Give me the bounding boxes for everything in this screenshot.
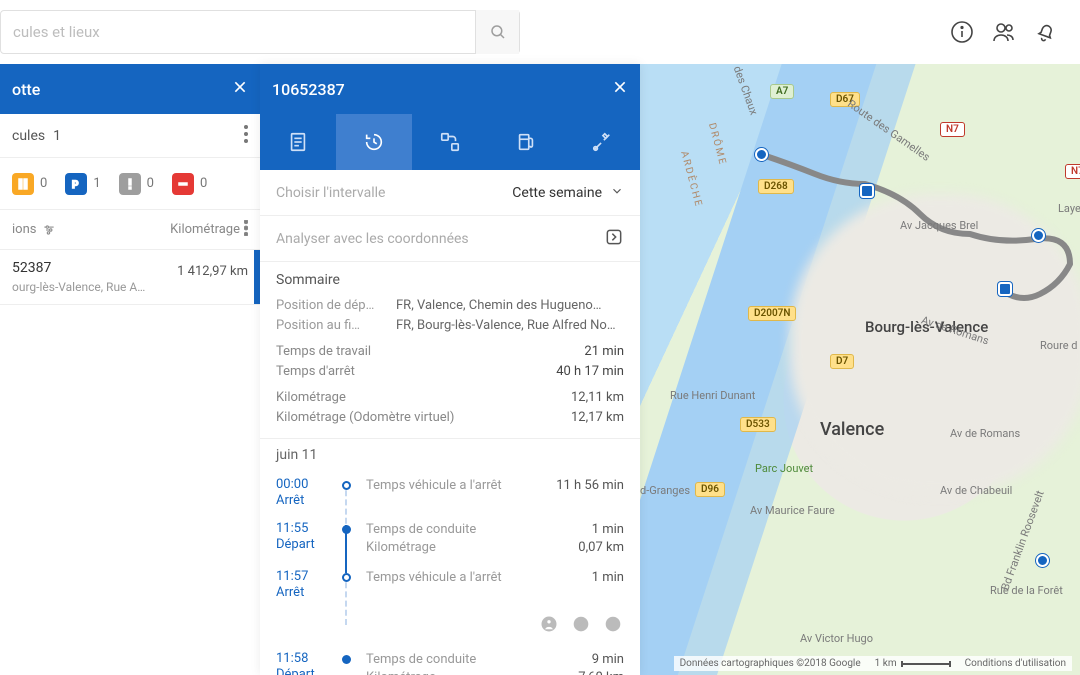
search-button[interactable] [475,10,519,54]
road-shield: A7 [770,84,794,99]
vehicle-list-item[interactable]: 52387 ourg-lès-Valence, Rue A… 1 412,97 … [0,250,260,305]
fleet-list-headers: ions Kilométrage [0,210,260,250]
kebab-icon [244,125,248,143]
fleet-panel-header: otte [0,64,260,114]
map-scale: 1 km [875,658,951,669]
road-shield: D2007N [748,306,796,321]
action-user[interactable] [538,613,560,635]
search-icon [489,23,507,41]
city-label-main: Valence [820,419,884,440]
interval-value: Cette semaine [512,185,602,201]
detail-tabs [260,114,640,170]
map-terms-link[interactable]: Conditions d'utilisation [965,658,1066,669]
day-header: juin 11 [260,439,640,471]
notifications-button[interactable] [1032,18,1060,46]
user-icon [540,615,558,633]
tab-route[interactable] [412,114,488,170]
road-shield: N7 [940,122,965,137]
vehicle-km: 1 412,97 km [177,264,248,279]
summary-block: Sommaire Position de dép…FR, Valence, Ch… [260,262,640,439]
event-actions [276,607,624,645]
road-shield: D7 [830,354,854,369]
fuel-icon [515,131,537,153]
road-shield: D96 [695,482,725,497]
map-waypoint[interactable] [860,184,874,198]
history-icon [363,131,385,153]
timeline: 00:00Arrêt Temps véhicule a l'arrêt 11 h… [260,471,640,675]
road-shield: D268 [758,179,794,194]
map-credit: Données cartographiques ©2018 Google [680,658,861,669]
action-block[interactable] [570,613,592,635]
map-pin-start[interactable] [755,148,768,161]
vehicle-location: ourg-lès-Valence, Rue A… [12,280,152,294]
expand-button[interactable] [604,227,624,251]
mileage-menu-button[interactable] [244,220,248,240]
alert-icon [119,173,141,195]
detail-title: 10652387 [272,80,612,99]
road-shield: D533 [740,417,776,432]
road-shield: N7 [1065,164,1080,179]
fleet-close-button[interactable] [232,79,248,99]
chevron-down-icon [610,184,624,202]
users-button[interactable] [990,18,1018,46]
expand-icon [604,227,624,247]
info-icon [950,20,974,44]
block-icon [572,615,590,633]
timeline-event[interactable]: 00:00Arrêt Temps véhicule a l'arrêt 11 h… [276,471,624,515]
status-stop[interactable]: 0 [172,173,207,195]
analyze-row[interactable]: Analyser avec les coordonnées [260,216,640,262]
fleet-title: otte [12,80,232,99]
vehicles-count: 1 [53,128,61,144]
status-alert[interactable]: 0 [119,173,154,195]
status-chips: 0 P1 0 0 [0,158,260,210]
map-footer: Données cartographiques ©2018 Google 1 k… [674,656,1072,671]
route-icon [439,131,461,153]
detail-panel-header: 10652387 [260,64,640,114]
timeline-event[interactable]: 11:58Départ Temps de conduiteKilométrage… [276,645,624,675]
tab-fuel[interactable] [488,114,564,170]
map-pin[interactable] [1032,229,1045,242]
timeline-event[interactable]: 11:57Arrêt Temps véhicule a l'arrêt 1 mi… [276,563,624,607]
topbar [0,0,1080,64]
kebab-icon [244,220,248,236]
fleet-menu-button[interactable] [244,125,248,147]
timeline-event[interactable]: 11:55Départ Temps de conduiteKilométrage… [276,515,624,563]
close-icon [232,79,248,95]
mileage-header[interactable]: Kilométrage [170,222,240,237]
analyze-label: Analyser avec les coordonnées [276,231,604,247]
map-pin[interactable] [1036,554,1049,567]
map[interactable]: Bourg-lès-Valence Valence A7 D67 N7 N7 D… [640,64,1080,675]
search-box[interactable] [0,10,520,54]
action-add[interactable] [602,613,624,635]
sheet-icon [287,131,309,153]
tab-info[interactable] [260,114,336,170]
status-park[interactable]: P1 [65,173,100,195]
detail-panel: 10652387 Choisir l'intervalle Cette sema… [260,64,640,675]
detail-close-button[interactable] [612,79,628,99]
search-input[interactable] [1,23,475,41]
vehicles-count-row: cules 1 [0,114,260,158]
fleet-panel: otte cules 1 0 P1 0 0 ions Kilométrage [0,64,260,675]
users-icon [992,20,1016,44]
bell-icon [1031,17,1062,48]
park-icon: P [65,173,87,195]
info-button[interactable] [948,18,976,46]
filter-icon[interactable] [42,223,56,237]
tools-icon [591,131,613,153]
status-pause[interactable]: 0 [12,173,47,195]
tab-tools[interactable] [564,114,640,170]
map-waypoint[interactable] [998,282,1012,296]
positions-header[interactable]: ions [12,222,36,237]
vehicles-label: cules [12,128,45,144]
pause-icon [12,173,34,195]
stop-icon [172,173,194,195]
tab-history[interactable] [336,114,412,170]
svg-text:P: P [72,180,79,190]
interval-selector[interactable]: Choisir l'intervalle Cette semaine [260,170,640,216]
interval-label: Choisir l'intervalle [276,185,512,201]
close-icon [612,79,628,95]
plus-icon [604,615,622,633]
summary-heading: Sommaire [276,272,624,288]
